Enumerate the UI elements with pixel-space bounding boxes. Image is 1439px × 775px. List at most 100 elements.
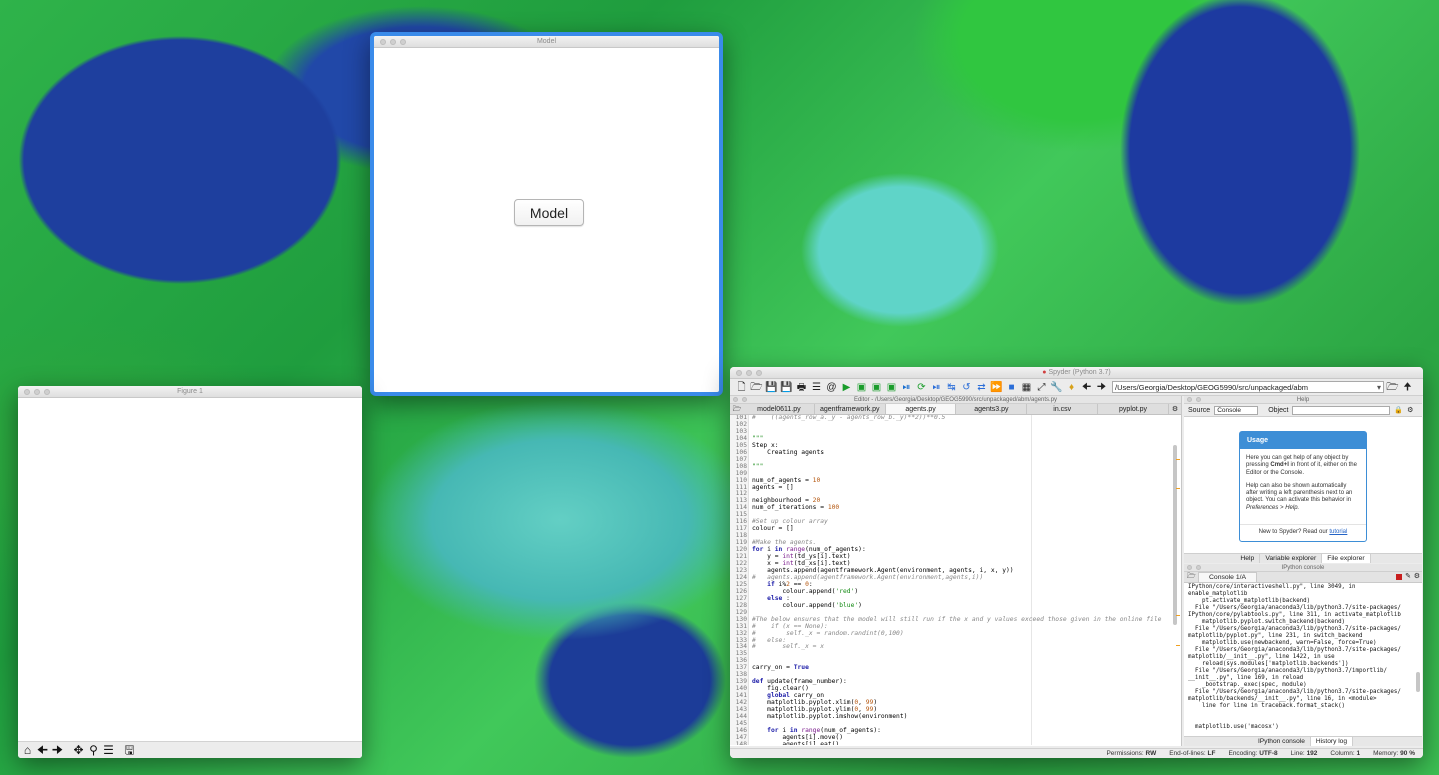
close-icon[interactable]: [380, 39, 386, 45]
code-line[interactable]: num_of_iterations = 100: [752, 504, 1172, 512]
run-selection-icon[interactable]: ▣: [885, 381, 898, 394]
undock-icon[interactable]: [742, 397, 747, 402]
back-nav-icon[interactable]: 🠈: [1080, 381, 1093, 394]
new-file-icon[interactable]: 🗋: [735, 381, 748, 394]
code-line[interactable]: num_of_agents = 10: [752, 477, 1172, 485]
code-line[interactable]: ​: [752, 651, 1172, 658]
close-icon[interactable]: [736, 370, 742, 376]
code-line[interactable]: def update(frame_number):: [752, 678, 1172, 686]
options-icon[interactable]: ⚙: [1169, 404, 1181, 414]
code-line[interactable]: matplotlib.pyplot.imshow(environment): [752, 713, 1172, 721]
code-line[interactable]: #Set up colour array: [752, 518, 1172, 526]
code-line[interactable]: carry_on = True: [752, 664, 1172, 672]
configure-icon[interactable]: ☰: [102, 743, 115, 757]
code-line[interactable]: colour = []: [752, 525, 1172, 533]
working-directory-field[interactable]: /Users/Georgia/Desktop/GEOG5990/src/unpa…: [1112, 381, 1384, 393]
clear-icon[interactable]: ✎: [1405, 572, 1411, 580]
close-icon[interactable]: [24, 389, 30, 395]
code-line[interactable]: colour.append('blue'): [752, 602, 1172, 610]
window-controls[interactable]: [380, 39, 406, 45]
browse-tabs-icon[interactable]: 🗁: [730, 404, 744, 414]
tab-ipython-console[interactable]: IPython console: [1253, 737, 1311, 746]
tab-help[interactable]: Help: [1235, 554, 1261, 563]
tab-file-explorer[interactable]: File explorer: [1322, 554, 1371, 563]
maximize-icon[interactable]: [44, 389, 50, 395]
maximize-icon[interactable]: [756, 370, 762, 376]
tab-model0611[interactable]: model0611.py: [744, 404, 815, 414]
object-select[interactable]: [1292, 405, 1391, 415]
close-icon[interactable]: [1187, 565, 1192, 570]
lock-icon[interactable]: 🔒: [1394, 406, 1403, 414]
step-into-icon[interactable]: ↹: [945, 381, 958, 394]
minimize-icon[interactable]: [34, 389, 40, 395]
console-output[interactable]: IPython/core/interactiveshell.py", line …: [1184, 583, 1422, 733]
python-path-icon[interactable]: ♦: [1065, 381, 1078, 394]
at-icon[interactable]: @: [825, 381, 838, 394]
tab-in-csv[interactable]: in.csv: [1027, 404, 1099, 414]
options-icon[interactable]: ⚙: [1407, 406, 1413, 414]
pan-icon[interactable]: ✥: [72, 743, 85, 757]
tab-console-1a[interactable]: Console 1/A: [1198, 572, 1258, 582]
code-line[interactable]: colour.append('red'): [752, 588, 1172, 596]
fast-forward-icon[interactable]: ⏩: [990, 381, 1003, 394]
browse-tabs-icon[interactable]: 🗁: [1187, 572, 1196, 583]
code-line[interactable]: # self._x = x: [752, 643, 1172, 651]
tab-agents3[interactable]: agents3.py: [956, 404, 1028, 414]
fullscreen-icon[interactable]: ⤢: [1035, 381, 1048, 394]
spyder-titlebar[interactable]: ● Spyder (Python 3.7): [730, 367, 1423, 379]
forward-nav-icon[interactable]: 🠊: [1095, 381, 1108, 394]
tutorial-link[interactable]: tutorial: [1329, 529, 1347, 535]
run-cell-icon[interactable]: ▣: [855, 381, 868, 394]
options-icon[interactable]: ⚙: [1414, 572, 1420, 580]
debug-icon[interactable]: ⏯: [900, 381, 913, 394]
save-file-icon[interactable]: 💾: [765, 381, 778, 394]
tab-agentframework[interactable]: agentframework.py: [815, 404, 886, 414]
close-icon[interactable]: [733, 397, 738, 402]
print-icon[interactable]: 🖶: [795, 381, 808, 394]
model-window-titlebar[interactable]: Model: [374, 36, 719, 48]
tab-history-log[interactable]: History log: [1310, 737, 1354, 746]
code-line[interactable]: Creating agents: [752, 449, 1172, 457]
close-icon[interactable]: [1187, 397, 1192, 402]
code-line[interactable]: ​: [752, 422, 1172, 429]
wrench-icon[interactable]: 🔧: [1050, 381, 1063, 394]
save-icon[interactable]: 🖫: [123, 743, 136, 757]
rerun-icon[interactable]: ⟳: [915, 381, 928, 394]
code-line[interactable]: agents[i].eat(): [752, 741, 1172, 745]
stop-debug-icon[interactable]: ■: [1005, 381, 1018, 394]
code-lines[interactable]: # ((agents_row_a._y - agents_row_b._y)**…: [752, 415, 1172, 745]
run-cell-advance-icon[interactable]: ▣: [870, 381, 883, 394]
tab-pyplot[interactable]: pyplot.py: [1098, 404, 1169, 414]
code-line[interactable]: ​: [752, 429, 1172, 436]
continue-icon[interactable]: ⇄: [975, 381, 988, 394]
maximize-pane-icon[interactable]: ▦: [1020, 381, 1033, 394]
list-icon[interactable]: ☰: [810, 381, 823, 394]
parent-dir-icon[interactable]: 🠉: [1401, 381, 1414, 394]
run-icon[interactable]: ▶: [840, 381, 853, 394]
code-line[interactable]: # agents.append(agentframework.Agent(env…: [752, 574, 1172, 582]
undock-icon[interactable]: [1196, 397, 1201, 402]
code-line[interactable]: agents = []: [752, 484, 1172, 492]
figure-canvas[interactable]: [18, 398, 362, 741]
code-line[interactable]: # ((agents_row_a._y - agents_row_b._y)**…: [752, 415, 1172, 422]
back-icon[interactable]: 🠈: [36, 743, 49, 757]
forward-icon[interactable]: 🠊: [51, 743, 64, 757]
figure-window-titlebar[interactable]: Figure 1: [18, 386, 362, 398]
minimize-icon[interactable]: [746, 370, 752, 376]
code-line[interactable]: ​: [752, 658, 1172, 665]
save-all-icon[interactable]: 💾: [780, 381, 793, 394]
code-line[interactable]: """: [752, 435, 1172, 443]
minimize-icon[interactable]: [390, 39, 396, 45]
undock-icon[interactable]: [1196, 565, 1201, 570]
tab-variable-explorer[interactable]: Variable explorer: [1260, 554, 1323, 563]
code-editor[interactable]: 101 102 103 104 105 106 107 108 109 110 111 112 113 1…: [730, 415, 1181, 745]
maximize-icon[interactable]: [400, 39, 406, 45]
stop-icon[interactable]: [1396, 574, 1402, 580]
console-scrollbar[interactable]: [1416, 672, 1420, 692]
code-line[interactable]: ​: [752, 457, 1172, 464]
browse-folder-icon[interactable]: 🗁: [1386, 381, 1399, 394]
code-line[interactable]: """: [752, 463, 1172, 471]
editor-scrollbar[interactable]: [1173, 445, 1177, 625]
code-line[interactable]: # self._x = random.randint(0,100): [752, 630, 1172, 638]
step-return-icon[interactable]: ↺: [960, 381, 973, 394]
